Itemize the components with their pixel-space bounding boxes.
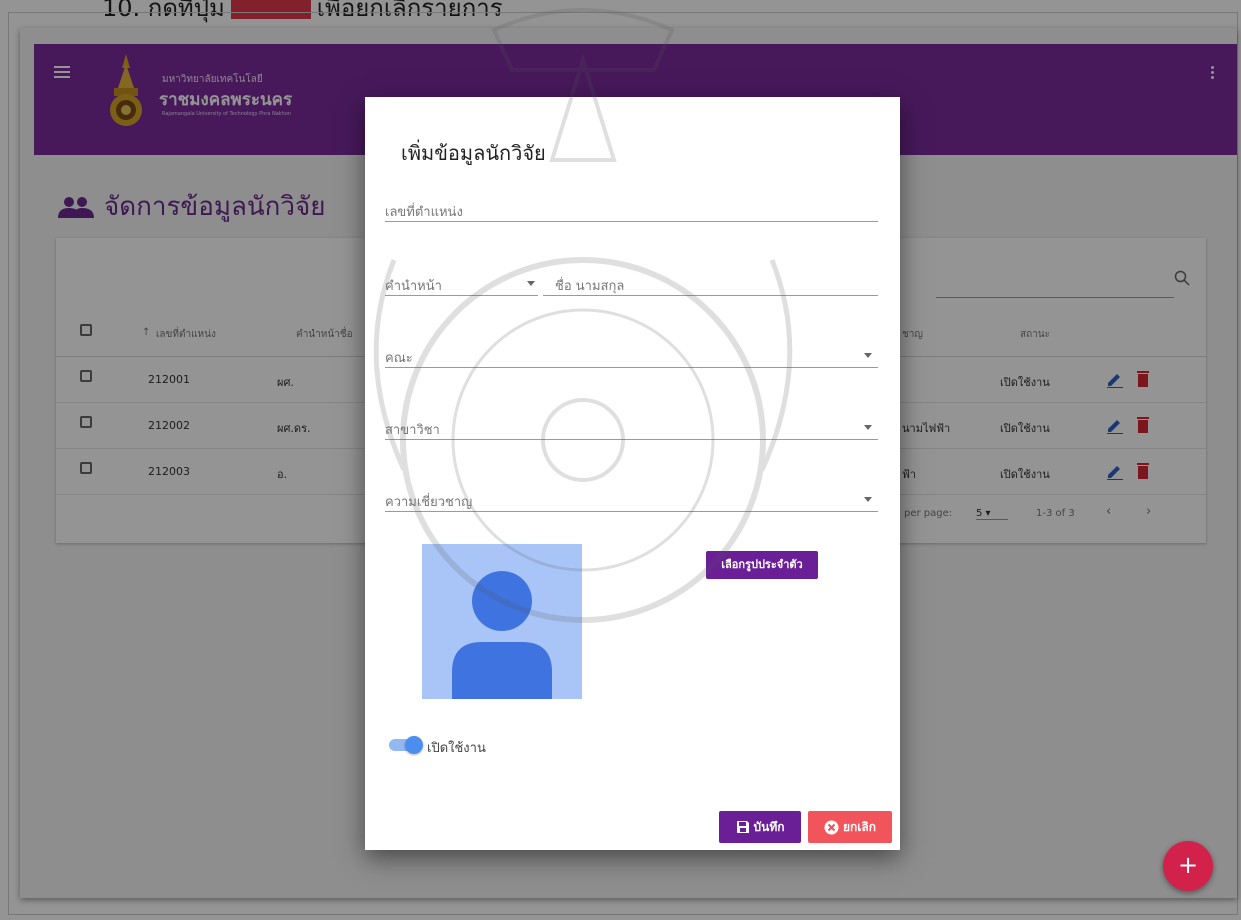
dialog-title: เพิ่มข้อมูลนักวิจัย <box>401 141 546 165</box>
active-toggle-label: เปิดใช้งาน <box>427 741 486 756</box>
fullname-label: ชื่อ นามสกุล <box>555 279 625 294</box>
active-toggle[interactable] <box>389 736 423 754</box>
prefix-select[interactable]: คำนำหน้า <box>385 271 538 296</box>
add-researcher-fab[interactable]: + <box>1163 841 1213 891</box>
position-no-label: เลขที่ตำแหน่ง <box>385 205 463 220</box>
choose-photo-button[interactable]: เลือกรูปประจำตัว <box>706 551 818 579</box>
floppy-disk-icon <box>736 821 749 833</box>
expertise-label: ความเชี่ยวชาญ <box>385 495 473 510</box>
toggle-knob <box>405 736 423 754</box>
person-placeholder-icon <box>452 571 552 699</box>
faculty-select[interactable]: คณะ <box>385 343 878 368</box>
chevron-down-icon <box>864 497 872 502</box>
position-no-field[interactable]: เลขที่ตำแหน่ง <box>385 197 878 222</box>
cancel-circle-icon <box>824 820 839 834</box>
fab-label: + <box>1177 851 1199 879</box>
prefix-label: คำนำหน้า <box>385 279 442 294</box>
save-label: บันทึก <box>753 819 785 834</box>
save-button[interactable]: บันทึก <box>719 811 801 843</box>
profile-photo-preview <box>422 544 582 699</box>
expertise-select[interactable]: ความเชี่ยวชาญ <box>385 487 878 512</box>
cancel-label: ยกเลิก <box>842 819 877 834</box>
cancel-button[interactable]: ยกเลิก <box>808 811 892 843</box>
faculty-label: คณะ <box>385 351 413 366</box>
add-researcher-dialog: เพิ่มข้อมูลนักวิจัย เลขที่ตำแหน่ง คำนำหน… <box>365 97 900 850</box>
chevron-down-icon <box>864 425 872 430</box>
major-select[interactable]: สาขาวิชา <box>385 415 878 440</box>
major-label: สาขาวิชา <box>385 423 440 438</box>
fullname-field[interactable]: ชื่อ นามสกุล <box>543 271 878 296</box>
chevron-down-icon <box>527 281 535 286</box>
chevron-down-icon <box>864 353 872 358</box>
